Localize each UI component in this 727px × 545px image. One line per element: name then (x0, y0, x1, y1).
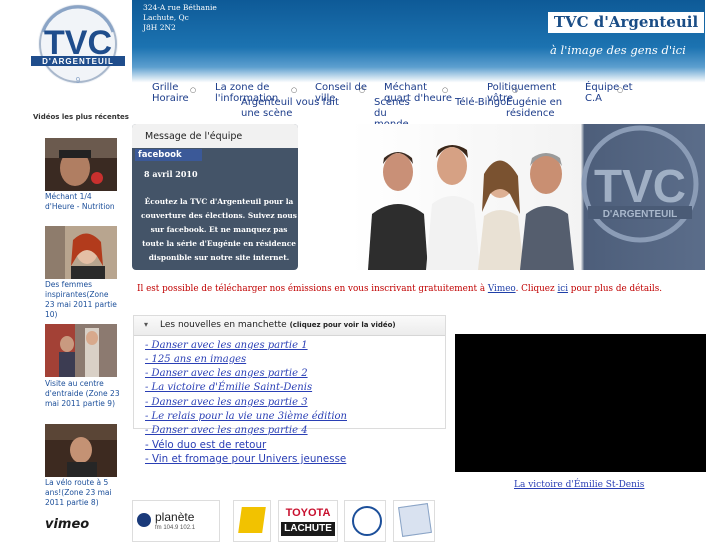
nav-argenteuil-scene[interactable]: Argenteuil vous fait une scène (241, 97, 359, 119)
crest-icon (352, 506, 382, 536)
address-line: J8H 2N2 (143, 23, 176, 32)
news-item[interactable]: - Danser avec les anges partie 2 (145, 367, 308, 381)
nav-bullet-icon: ○ (190, 86, 197, 94)
sponsor-tvc[interactable] (393, 500, 435, 542)
tvc-card-icon (398, 503, 432, 537)
sidebar-title: Vidéos les plus récentes (33, 113, 129, 121)
nav-eugenie-residence[interactable]: Eugénie en résidence (506, 97, 566, 119)
collapse-arrow-icon[interactable]: ▾ (144, 320, 148, 329)
team-message-panel: Message de l'équipe facebook 8 avril 201… (132, 124, 298, 270)
video-thumbnail[interactable] (45, 226, 117, 279)
news-item[interactable]: - 125 ans en images (145, 353, 246, 367)
nav-bullet-icon: ○ (359, 86, 366, 94)
video-thumbnail[interactable] (45, 138, 117, 191)
notice-text: . Cliquez (515, 284, 558, 294)
news-header[interactable]: ▾ Les nouvelles en manchette (cliquez po… (134, 316, 445, 336)
download-notice: Il est possible de télécharger nos émiss… (137, 284, 662, 294)
vimeo-link[interactable]: Vimeo (488, 284, 516, 294)
sponsor-yellow[interactable] (233, 500, 271, 542)
video-caption-link[interactable]: La victoire d'Émilie St-Denis (514, 480, 644, 490)
team-photo: TVC D'ARGENTEUIL (350, 124, 705, 270)
toyota-city: LACHUTE (281, 522, 335, 536)
video-caption[interactable]: Méchant 1/4 d'Heure - Nutrition (45, 192, 120, 212)
vimeo-logo[interactable]: vimeo (45, 517, 89, 532)
news-title-text: Les nouvelles en manchette (160, 320, 287, 330)
video-thumbnail[interactable] (45, 324, 117, 377)
news-title: Les nouvelles en manchette (cliquez pour… (160, 320, 396, 330)
message-date: 8 avril 2010 (144, 169, 198, 179)
details-link[interactable]: ici (557, 284, 568, 294)
news-item[interactable]: - Danser avec les anges partie 1 (145, 339, 308, 353)
video-caption[interactable]: Des femmes inspirantes(Zone 23 mai 2011 … (45, 280, 120, 320)
notice-text: Il est possible de télécharger nos émiss… (137, 284, 488, 294)
address-line: Lachute, Qc (143, 13, 189, 22)
facebook-badge[interactable]: facebook (135, 149, 202, 161)
sponsor-crest[interactable] (344, 500, 386, 542)
nav-bullet-icon: ○ (291, 86, 298, 94)
sponsor-toyota[interactable]: TOYOTA LACHUTE (278, 500, 338, 542)
tagline: à l'image des gens d'ici (550, 43, 686, 57)
news-hint: (cliquez pour voir la vidéo) (289, 321, 396, 329)
nav-bullet-icon: ○ (512, 86, 519, 94)
nav-equipe-ca[interactable]: Équipe et C.A (585, 82, 635, 104)
video-caption[interactable]: La vélo route à 5 ans!(Zone 23 mai 2011 … (45, 478, 120, 508)
nav-bullet-icon: ○ (617, 86, 624, 94)
tvc-logo[interactable]: TVC D'ARGENTEUIL 9 (31, 2, 125, 86)
photo-logo-word: D'ARGENTEUIL (603, 209, 678, 220)
sponsor-planete[interactable]: planète fm 104.9 102.1 (132, 500, 220, 542)
message-body: Écoutez la TVC d'Argenteuil pour la couv… (141, 197, 297, 262)
news-item[interactable]: - Le relais pour la vie une 3ième éditio… (145, 410, 347, 424)
toyota-brand: TOYOTA (285, 507, 331, 519)
sponsor-planete-freq: fm 104.9 102.1 (155, 525, 196, 531)
photo-logo-letters: TVC (594, 160, 686, 212)
video-thumbnail[interactable] (45, 424, 117, 477)
station-address: 324-A rue Béthanie Lachute, Qc J8H 2N2 (143, 3, 217, 33)
planet-icon (137, 513, 151, 527)
nav-tele-bingo[interactable]: Télé-Bingo (455, 97, 510, 108)
logo-word: D'ARGENTEUIL (42, 57, 114, 66)
sponsor-logo-icon (238, 507, 266, 533)
news-item[interactable]: - Danser avec les anges partie 4 (145, 424, 308, 438)
news-item[interactable]: - La victoire d'Émilie Saint-Denis (145, 381, 312, 395)
video-player[interactable] (455, 334, 706, 472)
news-item[interactable]: - Vélo duo est de retour (145, 438, 266, 452)
video-caption[interactable]: Visite au centre d'entraide (Zone 23 mai… (45, 379, 120, 409)
sponsor-planete-name: planète (155, 510, 195, 524)
brand-title: TVC d'Argenteuil (548, 12, 704, 33)
message-header: Message de l'équipe (132, 124, 298, 148)
notice-text: pour plus de détails. (568, 284, 663, 294)
logo-number: 9 (76, 76, 81, 85)
news-item[interactable]: - Danser avec les anges partie 3 (145, 396, 308, 410)
nav-bullet-icon: ○ (442, 86, 449, 94)
address-line: 324-A rue Béthanie (143, 3, 217, 12)
news-item[interactable]: - Vin et fromage pour Univers jeunesse (145, 452, 346, 466)
